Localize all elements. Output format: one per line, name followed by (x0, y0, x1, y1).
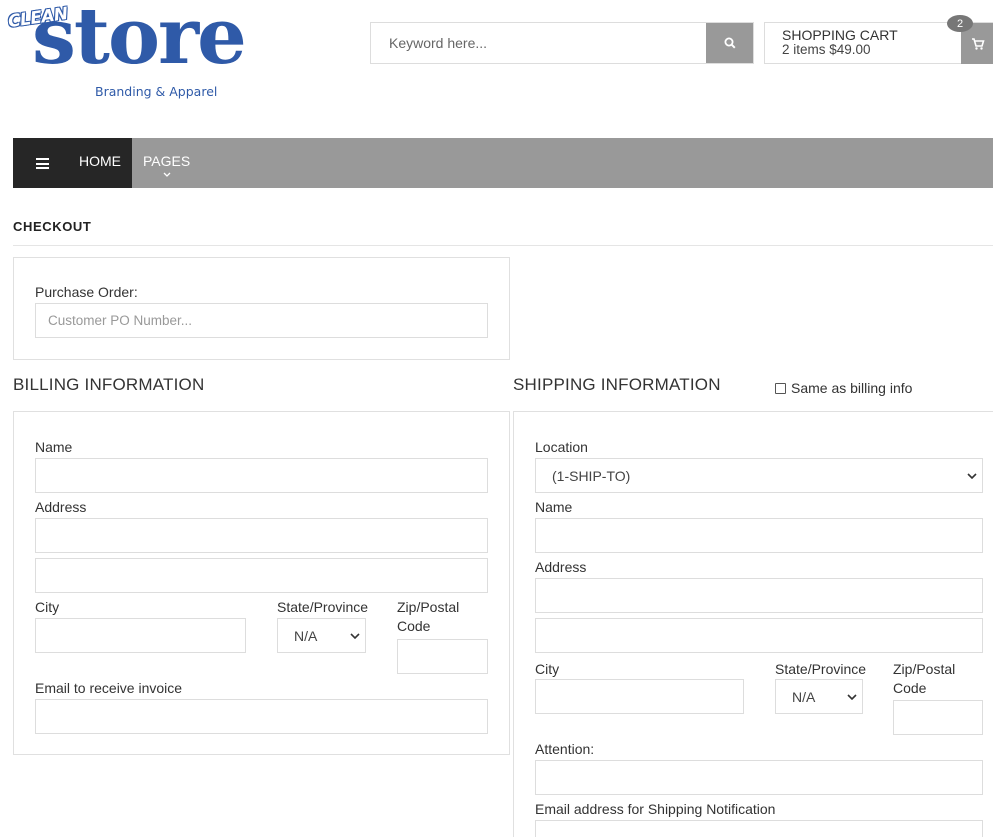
logo-store-text: store (32, 0, 247, 82)
shipping-address-line1-input[interactable] (535, 578, 983, 613)
shipping-location-value: (1-SHIP-TO) (552, 467, 631, 484)
shipping-city-input[interactable] (535, 679, 744, 714)
billing-email-input[interactable] (35, 699, 488, 734)
billing-zip-text[interactable] (398, 640, 487, 673)
billing-zip-label-line1: Zip/Postal (397, 599, 460, 615)
purchase-order-field (35, 303, 488, 338)
billing-state-value: N/A (294, 627, 318, 644)
shipping-address-line2-text[interactable] (536, 619, 982, 652)
shipping-city-label: City (535, 661, 560, 677)
billing-city-text[interactable] (36, 619, 245, 652)
billing-city-label: City (35, 599, 60, 615)
logo-tagline: Branding & Apparel (95, 84, 218, 99)
billing-zip-label-line2: Code (397, 618, 431, 634)
billing-city-input[interactable] (35, 618, 246, 653)
shipping-attention-input[interactable] (535, 760, 983, 795)
shipping-title: SHIPPING INFORMATION (513, 375, 721, 394)
billing-email-text[interactable] (36, 700, 487, 733)
shipping-address-line1-text[interactable] (536, 579, 982, 612)
shipping-zip-label-line1: Zip/Postal (893, 661, 956, 677)
billing-state-select[interactable]: N/A (277, 618, 366, 653)
cart-title: SHOPPING CART (782, 27, 898, 43)
shipping-location-select[interactable]: (1-SHIP-TO) (535, 458, 983, 493)
purchase-order-label: Purchase Order: (35, 284, 138, 300)
main-nav: HOME PAGES (13, 138, 993, 188)
billing-address-line1-text[interactable] (36, 519, 487, 552)
shipping-email-input[interactable] (535, 820, 983, 837)
search-icon (724, 37, 736, 49)
shipping-state-label: State/Province (775, 661, 867, 677)
shipping-email-text[interactable] (536, 821, 982, 837)
chevron-down-icon (163, 172, 171, 177)
billing-title: BILLING INFORMATION (13, 375, 205, 394)
divider (13, 245, 993, 246)
cart-count-badge: 2 (947, 15, 973, 32)
cart-icon (971, 37, 985, 50)
billing-address-line2-input[interactable] (35, 558, 488, 593)
shipping-location-label: Location (535, 439, 588, 455)
shipping-zip-label-line2: Code (893, 680, 927, 696)
billing-address-line2-text[interactable] (36, 559, 487, 592)
billing-zip-input[interactable] (397, 639, 488, 674)
shipping-address-line2-input[interactable] (535, 618, 983, 653)
billing-address-label: Address (35, 499, 87, 515)
shipping-name-label: Name (535, 499, 573, 515)
billing-address-line1-input[interactable] (35, 518, 488, 553)
same-as-billing-checkbox[interactable]: Same as billing info (775, 380, 912, 396)
purchase-order-input[interactable] (36, 304, 487, 337)
cart-summary: 2 items $49.00 (782, 42, 871, 57)
shipping-address-label: Address (535, 559, 587, 575)
nav-item-pages[interactable]: PAGES (143, 153, 190, 169)
page-title: CHECKOUT (13, 219, 92, 234)
search-button[interactable] (706, 23, 753, 63)
checkbox-box[interactable] (775, 382, 786, 394)
store-logo[interactable]: CLEAN store Branding & Apparel (7, 0, 247, 106)
shipping-attention-label: Attention: (535, 741, 595, 757)
shipping-state-value: N/A (792, 688, 816, 705)
billing-email-label: Email to receive invoice (35, 680, 183, 696)
shipping-name-input[interactable] (535, 518, 983, 553)
shipping-city-text[interactable] (536, 680, 743, 713)
chevron-down-icon (962, 472, 982, 479)
shipping-zip-input[interactable] (893, 700, 983, 735)
shipping-name-text[interactable] (536, 519, 982, 552)
billing-name-label: Name (35, 439, 73, 455)
chevron-down-icon (345, 632, 365, 639)
same-as-billing-label: Same as billing info (791, 380, 913, 396)
billing-name-text[interactable] (36, 459, 487, 492)
shipping-attention-text[interactable] (536, 761, 982, 794)
billing-name-input[interactable] (35, 458, 488, 493)
shipping-email-label: Email address for Shipping Notification (535, 801, 776, 817)
billing-state-label: State/Province (277, 599, 369, 615)
shipping-state-select[interactable]: N/A (775, 679, 863, 714)
shipping-zip-text[interactable] (894, 701, 982, 734)
nav-item-home[interactable]: HOME (79, 153, 121, 169)
search-input[interactable] (371, 23, 706, 63)
hamburger-icon[interactable] (36, 158, 49, 169)
search-bar (370, 22, 754, 64)
chevron-down-icon (842, 693, 862, 700)
